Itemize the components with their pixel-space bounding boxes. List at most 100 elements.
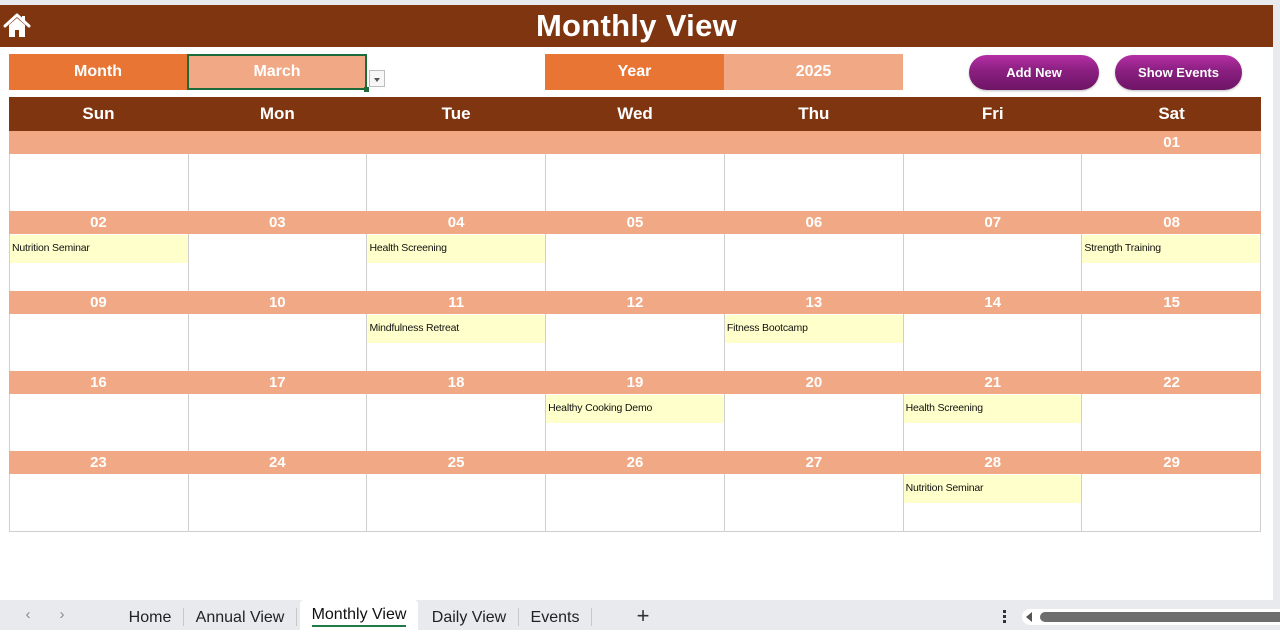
calendar-week-row: 23 24 25 26 27 28 29 Nutrition Seminar bbox=[9, 451, 1262, 531]
day-cell[interactable] bbox=[546, 154, 725, 211]
page-title: Monthly View bbox=[535, 8, 738, 43]
right-gutter bbox=[1273, 0, 1280, 600]
day-cell[interactable] bbox=[188, 154, 368, 211]
day-cell[interactable]: Nutrition Seminar bbox=[903, 474, 1083, 531]
day-cell[interactable] bbox=[903, 314, 1083, 371]
day-cell[interactable] bbox=[10, 154, 189, 211]
date-number: 24 bbox=[268, 454, 286, 471]
date-number: 22 bbox=[1163, 374, 1180, 391]
tab-annual-view[interactable]: Annual View bbox=[190, 604, 290, 630]
date-number: 01 bbox=[1163, 134, 1180, 151]
calendar-week-row: 09 10 11 12 13 14 15 Mindfulness Retreat Fitness… bbox=[9, 291, 1262, 371]
day-cell[interactable] bbox=[546, 474, 725, 531]
event-item[interactable]: Nutrition Seminar bbox=[903, 475, 1082, 503]
date-number bbox=[724, 131, 903, 154]
date-number: 21 bbox=[984, 374, 1002, 391]
date-number bbox=[903, 131, 1082, 154]
event-item[interactable]: Health Screening bbox=[903, 395, 1082, 423]
calendar-week-row: 01 bbox=[9, 131, 1262, 211]
date-number-bar: 01 bbox=[9, 131, 1261, 154]
day-cell[interactable]: Strength Training bbox=[1082, 234, 1262, 291]
tab-separator bbox=[183, 608, 184, 626]
day-cell[interactable] bbox=[724, 394, 904, 451]
day-cell[interactable] bbox=[546, 234, 725, 291]
day-cell[interactable] bbox=[1082, 474, 1262, 531]
date-number-bar: 16 17 18 19 20 21 22 bbox=[9, 371, 1261, 394]
chevron-down-icon[interactable] bbox=[369, 70, 385, 87]
scroll-left-icon[interactable] bbox=[1026, 612, 1032, 622]
date-number-bar: 02 03 04 05 06 07 08 bbox=[9, 211, 1261, 234]
event-item[interactable]: Mindfulness Retreat bbox=[367, 315, 546, 343]
day-cell[interactable] bbox=[1082, 394, 1262, 451]
calendar-week-row: 02 03 04 05 06 07 08 Nutrition Seminar Health Sc… bbox=[9, 211, 1262, 291]
title-bar: Monthly View bbox=[0, 5, 1273, 47]
day-cell[interactable] bbox=[1082, 154, 1262, 211]
tab-events[interactable]: Events bbox=[524, 604, 586, 630]
date-number: 20 bbox=[805, 374, 823, 391]
day-cell[interactable] bbox=[724, 154, 904, 211]
date-number: 04 bbox=[447, 214, 465, 231]
day-cell[interactable] bbox=[724, 234, 904, 291]
day-cell[interactable]: Health Screening bbox=[367, 234, 547, 291]
date-number: 19 bbox=[626, 374, 644, 391]
day-cell[interactable] bbox=[188, 234, 368, 291]
month-select-cell[interactable]: March bbox=[187, 54, 367, 90]
day-cell[interactable] bbox=[1082, 314, 1262, 371]
event-item[interactable]: Strength Training bbox=[1082, 235, 1261, 263]
day-cell[interactable] bbox=[367, 394, 547, 451]
day-cell[interactable] bbox=[10, 474, 189, 531]
day-cells: Healthy Cooking Demo Health Screening bbox=[9, 394, 1262, 451]
more-vertical-icon[interactable] bbox=[1000, 609, 1008, 625]
event-item[interactable]: Healthy Cooking Demo bbox=[546, 395, 724, 423]
prev-sheet-icon[interactable]: ‹ bbox=[20, 606, 36, 626]
day-cell[interactable] bbox=[188, 314, 368, 371]
day-cell[interactable] bbox=[10, 314, 189, 371]
day-cell[interactable]: Healthy Cooking Demo bbox=[546, 394, 725, 451]
day-cell[interactable]: Fitness Bootcamp bbox=[724, 314, 904, 371]
date-number: 28 bbox=[984, 454, 1002, 471]
day-cell[interactable] bbox=[903, 154, 1083, 211]
tab-home[interactable]: Home bbox=[120, 604, 180, 630]
date-number: 25 bbox=[447, 454, 465, 471]
event-item[interactable]: Health Screening bbox=[367, 235, 546, 263]
day-cell[interactable] bbox=[903, 234, 1083, 291]
day-cell[interactable] bbox=[188, 474, 368, 531]
month-label: Month bbox=[9, 54, 187, 90]
day-cells: Nutrition Seminar Health Screening Strengt… bbox=[9, 234, 1262, 291]
day-cell[interactable]: Health Screening bbox=[903, 394, 1083, 451]
weekday-label: Sun bbox=[82, 104, 115, 123]
add-new-button[interactable]: Add New bbox=[969, 55, 1099, 90]
day-cell[interactable] bbox=[10, 394, 189, 451]
date-number: 29 bbox=[1163, 454, 1180, 471]
date-number: 17 bbox=[268, 374, 286, 391]
date-number bbox=[367, 131, 546, 154]
tab-daily-view[interactable]: Daily View bbox=[424, 604, 514, 630]
home-icon[interactable] bbox=[3, 13, 31, 39]
day-cell[interactable]: Nutrition Seminar bbox=[10, 234, 189, 291]
date-number: 18 bbox=[447, 374, 465, 391]
day-cell[interactable] bbox=[724, 474, 904, 531]
date-number: 11 bbox=[448, 294, 465, 311]
date-number: 23 bbox=[90, 454, 107, 471]
weekday-label: Sat bbox=[1158, 104, 1185, 123]
horizontal-scroll-thumb[interactable] bbox=[1040, 612, 1280, 622]
day-cell[interactable] bbox=[367, 154, 547, 211]
tab-separator bbox=[518, 608, 519, 626]
day-cell[interactable] bbox=[188, 394, 368, 451]
next-sheet-icon[interactable]: › bbox=[54, 606, 70, 626]
event-item[interactable]: Nutrition Seminar bbox=[10, 235, 188, 263]
tab-monthly-view[interactable]: Monthly View bbox=[300, 600, 418, 630]
year-value-cell[interactable]: 2025 bbox=[724, 54, 903, 90]
date-number: 13 bbox=[805, 294, 823, 311]
date-number: 08 bbox=[1163, 214, 1180, 231]
date-number bbox=[9, 131, 188, 154]
event-item[interactable]: Fitness Bootcamp bbox=[724, 315, 903, 343]
add-sheet-button[interactable]: + bbox=[632, 604, 654, 628]
cell-fill-handle[interactable] bbox=[364, 87, 369, 92]
calendar-bottom-border bbox=[9, 531, 1261, 532]
show-events-button[interactable]: Show Events bbox=[1115, 55, 1242, 90]
day-cell[interactable] bbox=[367, 474, 547, 531]
day-cells: Mindfulness Retreat Fitness Bootcamp bbox=[9, 314, 1262, 371]
day-cell[interactable]: Mindfulness Retreat bbox=[367, 314, 547, 371]
day-cell[interactable] bbox=[546, 314, 725, 371]
